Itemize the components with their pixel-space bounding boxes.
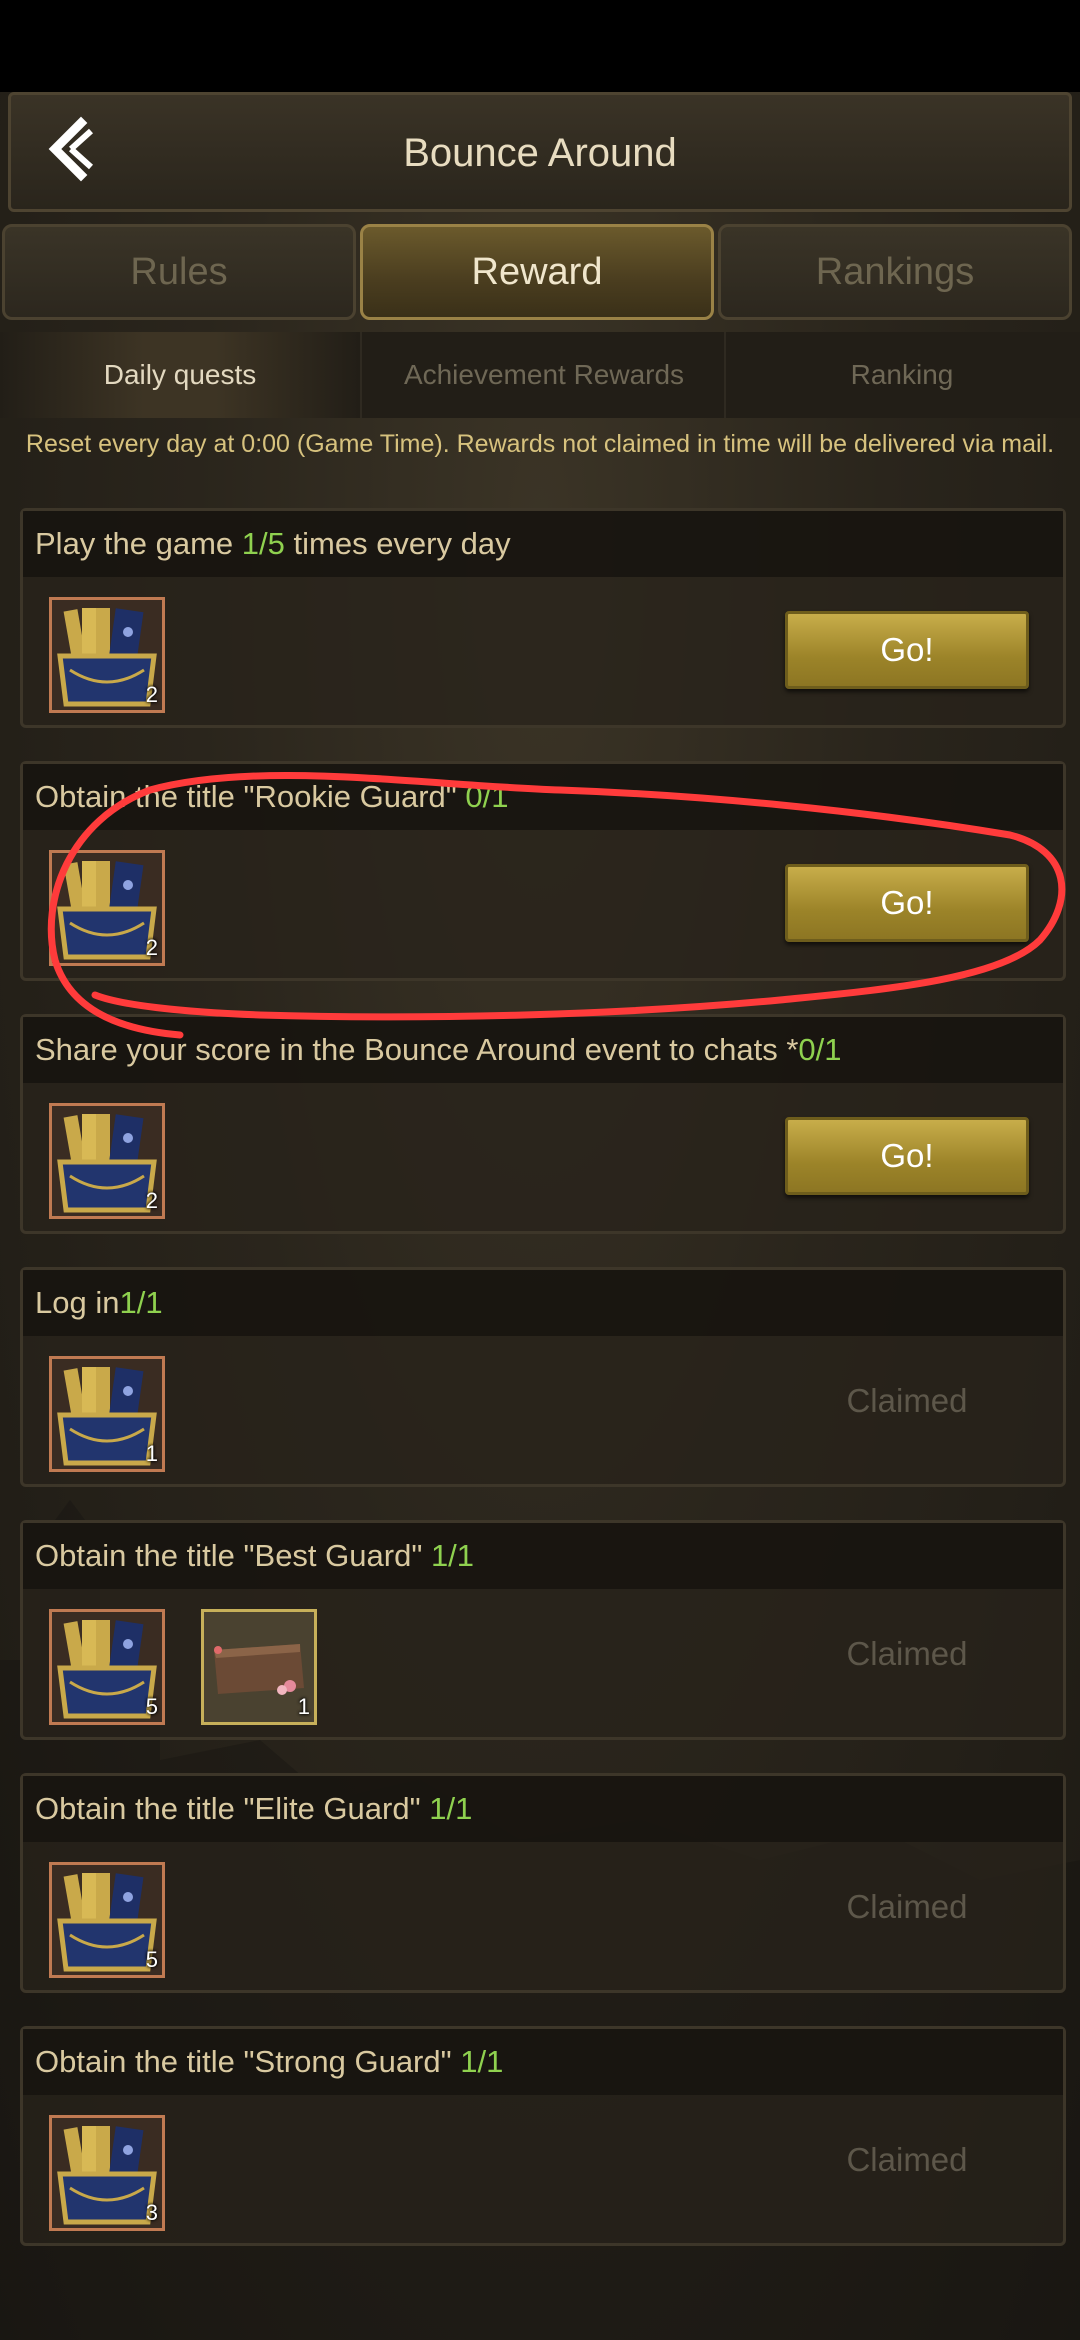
- claimed-status: Claimed: [846, 1888, 968, 1925]
- quest-title: Play the game 1/5 times every day: [23, 511, 1063, 577]
- quest-progress: 1/1: [430, 1538, 475, 1573]
- quest-card: Obtain the title "Best Guard" 1/1 5 1 Claim…: [20, 1520, 1066, 1740]
- sub-tabs: Daily quests Achievement Rewards Ranking: [0, 332, 1080, 418]
- subtab-daily-quests[interactable]: Daily quests: [0, 332, 362, 418]
- reward-item[interactable]: 2: [49, 850, 165, 966]
- quest-card: Obtain the title "Rookie Guard" 0/1 2 Go!: [20, 761, 1066, 981]
- quest-title-text: Obtain the title "Rookie Guard": [35, 779, 466, 814]
- claimed-status: Claimed: [846, 1635, 968, 1672]
- quest-title: Log in1/1: [23, 1270, 1063, 1336]
- quest-title-text: Log in: [35, 1285, 120, 1320]
- tab-reward[interactable]: Reward: [360, 224, 714, 320]
- event-screen: Bounce Around Rules Reward Rankings Dail…: [0, 92, 1080, 2340]
- reward-item[interactable]: 5: [49, 1609, 165, 1725]
- reward-item[interactable]: 3: [49, 2115, 165, 2231]
- reward-item[interactable]: 2: [49, 1103, 165, 1219]
- quest-card: Play the game 1/5 times every day 2 Go!: [20, 508, 1066, 728]
- quest-card: Log in1/1 1 Claimed: [20, 1267, 1066, 1487]
- quest-title: Share your score in the Bounce Around ev…: [23, 1017, 1063, 1083]
- reward-item[interactable]: 2: [49, 597, 165, 713]
- quest-title-suffix: times every day: [284, 526, 511, 561]
- reward-quantity: 5: [145, 1694, 158, 1719]
- quest-title-text: Obtain the title "Elite Guard": [35, 1791, 430, 1826]
- quest-title-text: Share your score in the Bounce Around ev…: [35, 1032, 799, 1067]
- quest-title: Obtain the title "Rookie Guard" 0/1: [23, 764, 1063, 830]
- quest-title-text: Obtain the title "Strong Guard": [35, 2044, 461, 2079]
- tab-rules[interactable]: Rules: [2, 224, 356, 320]
- quest-progress: 1/1: [429, 1791, 473, 1826]
- quest-title: Obtain the title "Strong Guard" 1/1: [23, 2029, 1063, 2095]
- go-button[interactable]: Go!: [785, 864, 1029, 942]
- quest-progress: 1/1: [460, 2044, 504, 2079]
- main-tabs: Rules Reward Rankings: [0, 224, 1080, 324]
- reward-quantity: 5: [145, 1947, 158, 1972]
- quest-card: Obtain the title "Elite Guard" 1/1 5 Claim…: [20, 1773, 1066, 1993]
- go-button[interactable]: Go!: [785, 611, 1029, 689]
- reward-quantity: 2: [145, 935, 158, 960]
- quest-title-text: Play the game: [35, 526, 242, 561]
- reset-notice: Reset every day at 0:00 (Game Time). Rew…: [25, 430, 1055, 458]
- go-button[interactable]: Go!: [785, 1117, 1029, 1195]
- quest-card: Share your score in the Bounce Around ev…: [20, 1014, 1066, 1234]
- reward-quantity: 2: [145, 682, 158, 707]
- reward-quantity: 3: [145, 2200, 158, 2225]
- claimed-status: Claimed: [846, 1382, 968, 1419]
- quest-title-text: Obtain the title "Best Guard": [35, 1538, 431, 1573]
- reward-item[interactable]: 5: [49, 1862, 165, 1978]
- status-bar: [0, 0, 1080, 92]
- quest-card: Obtain the title "Strong Guard" 1/1 3 Clai…: [20, 2026, 1066, 2246]
- quest-progress: 1/1: [119, 1285, 163, 1320]
- quest-progress: 0/1: [465, 779, 509, 814]
- claimed-status: Claimed: [846, 2141, 968, 2178]
- reward-quantity: 2: [145, 1188, 158, 1213]
- quest-progress: 1/5: [241, 526, 285, 561]
- quest-title: Obtain the title "Elite Guard" 1/1: [23, 1776, 1063, 1842]
- quest-title: Obtain the title "Best Guard" 1/1: [23, 1523, 1063, 1589]
- reward-item[interactable]: 1: [201, 1609, 317, 1725]
- subtab-ranking[interactable]: Ranking: [722, 332, 1080, 418]
- reward-quantity: 1: [145, 1441, 158, 1466]
- reward-item[interactable]: 1: [49, 1356, 165, 1472]
- tab-rankings[interactable]: Rankings: [718, 224, 1072, 320]
- quest-progress: 0/1: [798, 1032, 842, 1067]
- subtab-achievement-rewards[interactable]: Achievement Rewards: [364, 332, 726, 418]
- reward-quantity: 1: [297, 1694, 310, 1719]
- header-bar: Bounce Around: [8, 92, 1072, 212]
- page-title: Bounce Around: [403, 131, 677, 175]
